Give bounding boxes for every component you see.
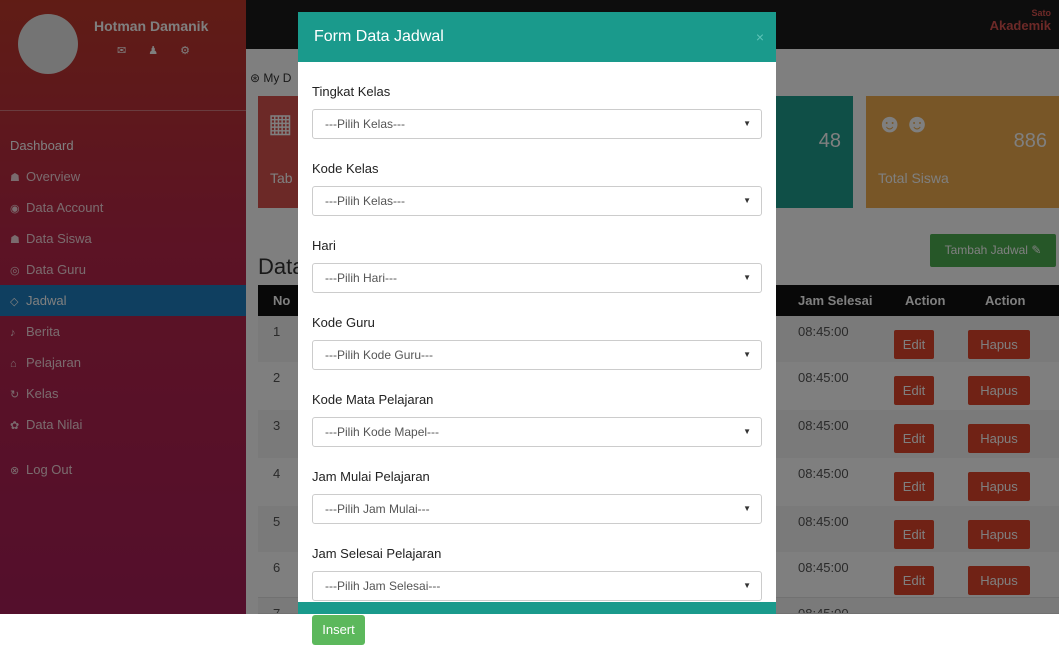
field-label-kode-guru: Kode Guru	[312, 315, 375, 330]
chevron-down-icon: ▼	[743, 273, 751, 282]
chevron-down-icon: ▼	[743, 581, 751, 590]
kode-guru-select[interactable]: ---Pilih Kode Guru--- ▼	[312, 340, 762, 370]
modal-body: Tingkat Kelas ---Pilih Kelas--- ▼ Kode Ke…	[298, 62, 776, 645]
field-label-tingkat-kelas: Tingkat Kelas	[312, 84, 391, 99]
select-value: ---Pilih Kode Guru---	[325, 348, 434, 362]
select-value: ---Pilih Kelas---	[325, 194, 406, 208]
field-label-kode-mata-pelajaran: Kode Mata Pelajaran	[312, 392, 434, 407]
kode-mapel-select[interactable]: ---Pilih Kode Mapel--- ▼	[312, 417, 762, 447]
chevron-down-icon: ▼	[743, 196, 751, 205]
modal-header: Form Data Jadwal ×	[298, 12, 776, 62]
select-value: ---Pilih Kelas---	[325, 117, 406, 131]
select-value: ---Pilih Kode Mapel---	[325, 425, 440, 439]
select-value: ---Pilih Jam Selesai---	[325, 579, 441, 593]
field-label-kode-kelas: Kode Kelas	[312, 161, 379, 176]
chevron-down-icon: ▼	[743, 427, 751, 436]
chevron-down-icon: ▼	[743, 119, 751, 128]
jam-mulai-select[interactable]: ---Pilih Jam Mulai--- ▼	[312, 494, 762, 524]
chevron-down-icon: ▼	[743, 350, 751, 359]
close-icon[interactable]: ×	[756, 12, 764, 62]
hari-select[interactable]: ---Pilih Hari--- ▼	[312, 263, 762, 293]
insert-button[interactable]: Insert	[312, 615, 365, 645]
modal-footer	[298, 602, 776, 614]
jam-selesai-select[interactable]: ---Pilih Jam Selesai--- ▼	[312, 571, 762, 601]
chevron-down-icon: ▼	[743, 504, 751, 513]
kode-kelas-select[interactable]: ---Pilih Kelas--- ▼	[312, 186, 762, 216]
field-label-jam-mulai: Jam Mulai Pelajaran	[312, 469, 430, 484]
field-label-jam-selesai: Jam Selesai Pelajaran	[312, 546, 442, 561]
form-data-jadwal-modal: Form Data Jadwal × Tingkat Kelas ---Pili…	[298, 12, 776, 645]
select-value: ---Pilih Hari---	[325, 271, 397, 285]
modal-title: Form Data Jadwal	[314, 28, 444, 45]
tingkat-kelas-select[interactable]: ---Pilih Kelas--- ▼	[312, 109, 762, 139]
select-value: ---Pilih Jam Mulai---	[325, 502, 430, 516]
field-label-hari: Hari	[312, 238, 336, 253]
